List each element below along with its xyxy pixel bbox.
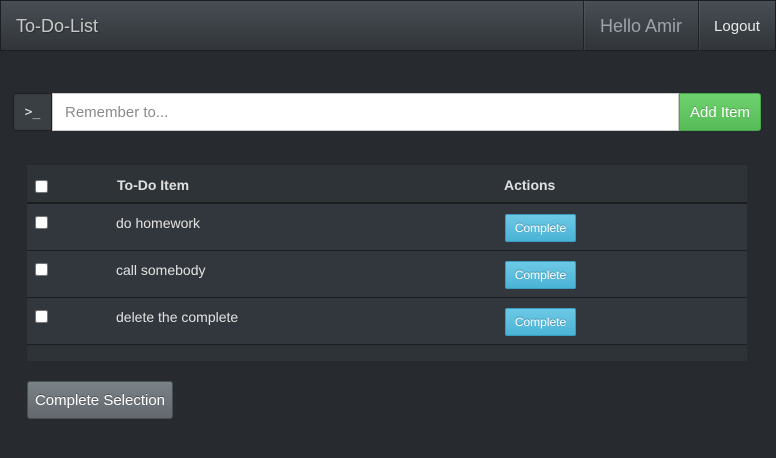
row-checkbox[interactable] [35, 263, 48, 276]
column-header-actions: Actions [504, 177, 556, 193]
logout-link[interactable]: Logout [698, 1, 775, 51]
user-greeting: Hello Amir [583, 1, 698, 51]
task-input[interactable] [52, 93, 679, 131]
row-checkbox[interactable] [35, 310, 48, 323]
row-checkbox[interactable] [35, 216, 48, 229]
column-header-item: To-Do Item [117, 177, 190, 193]
complete-button[interactable]: Complete [505, 261, 576, 289]
todo-item-text: call somebody [116, 262, 206, 278]
navbar: To-Do-List Hello Amir Logout [0, 0, 776, 51]
complete-button[interactable]: Complete [505, 214, 576, 242]
complete-button[interactable]: Complete [505, 308, 576, 336]
app-brand[interactable]: To-Do-List [16, 16, 98, 37]
todo-item-text: delete the complete [116, 309, 239, 325]
table-row: do homework Complete [27, 204, 747, 251]
todo-table: To-Do Item Actions do homework Complete … [27, 165, 747, 361]
add-item-button[interactable]: Add Item [679, 93, 761, 131]
table-row: call somebody Complete [27, 251, 747, 298]
table-header: To-Do Item Actions [27, 165, 747, 204]
navbar-right: Hello Amir Logout [583, 1, 775, 51]
table-row: delete the complete Complete [27, 298, 747, 345]
todo-item-text: do homework [116, 215, 201, 231]
table-footer [27, 345, 747, 361]
select-all-checkbox[interactable] [35, 180, 48, 193]
complete-selection-button[interactable]: Complete Selection [27, 381, 173, 419]
add-item-form: >_ Add Item [13, 93, 761, 131]
terminal-prompt-icon: >_ [13, 93, 52, 131]
